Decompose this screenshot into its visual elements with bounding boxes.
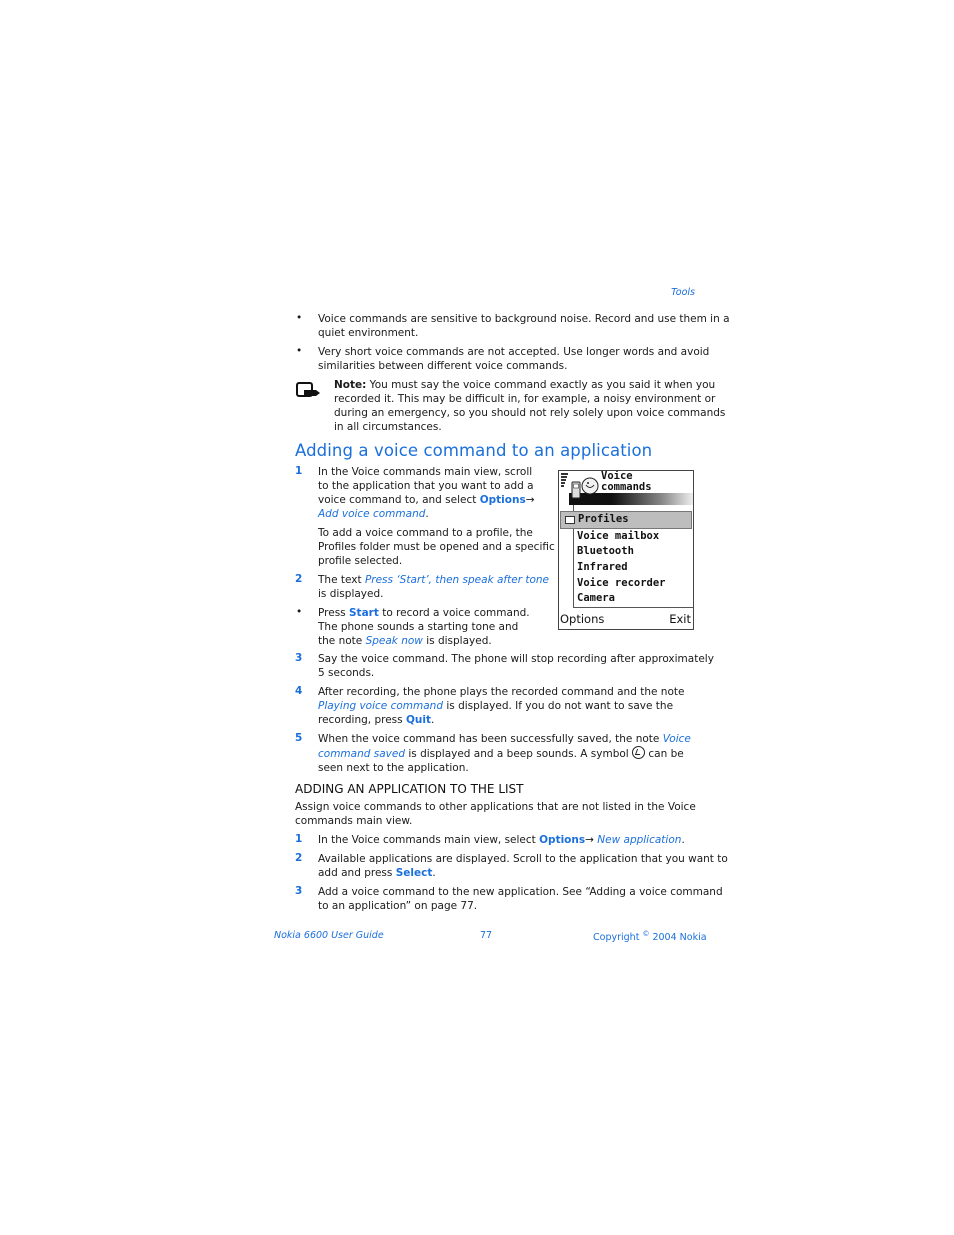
subsection-heading: ADDING AN APPLICATION TO THE LIST [295, 782, 524, 796]
step-number: 3 [295, 652, 303, 664]
section-heading: Adding a voice command to an application [295, 441, 653, 460]
list-item-infrared[interactable]: Infrared [559, 560, 693, 576]
step-number: 2 [295, 573, 303, 585]
step-2: The text Press ‘Start’, then speak after… [318, 574, 550, 600]
app-step-1: In the Voice commands main view, select … [318, 834, 685, 846]
antenna-icon: Y [561, 494, 566, 503]
step-4: After recording, the phone plays the rec… [318, 686, 685, 726]
softkey-divider [573, 607, 693, 608]
phone-title-bar: Y Voice commands [559, 471, 693, 505]
subsection-intro: Assign voice commands to other applicati… [295, 801, 696, 827]
step-number: 1 [295, 833, 303, 845]
list-item-voice-mailbox[interactable]: Voice mailbox [559, 529, 693, 545]
bullet-item: Voice commands are sensitive to backgrou… [318, 313, 730, 339]
step-number: 1 [295, 465, 303, 477]
step-5: When the voice command has been successf… [318, 733, 691, 774]
phone-app-title: Voice commands [601, 470, 652, 493]
footer-guide-title: Nokia 6600 User Guide [274, 930, 384, 941]
list-item-bluetooth[interactable]: Bluetooth [559, 544, 693, 560]
menu-item-ref: Add voice command [318, 508, 426, 520]
bullet-item: Very short voice commands are not accept… [318, 346, 710, 372]
app-step-3: Add a voice command to the new applicati… [318, 886, 723, 912]
note-block: Note: You must say the voice command exa… [334, 379, 726, 433]
step-1: In the Voice commands main view, scroll … [318, 466, 535, 520]
step-number: 4 [295, 685, 303, 697]
step-3: Say the voice command. The phone will st… [318, 653, 714, 679]
bullet-marker: • [296, 312, 303, 324]
app-step-2: Available applications are displayed. Sc… [318, 853, 728, 879]
list-item-profiles[interactable]: Profiles [560, 511, 692, 529]
options-softkey[interactable]: Options [560, 612, 604, 626]
voice-commands-list: Profiles Voice mailbox Bluetooth Infrare… [559, 511, 693, 607]
running-header: Tools [671, 287, 695, 298]
bullet-item: Press Start to record a voice command. T… [318, 607, 530, 647]
step-number: 3 [295, 885, 303, 897]
list-item-voice-recorder[interactable]: Voice recorder [559, 576, 693, 592]
bullet-marker: • [296, 345, 303, 357]
phone-screen: Y Voice commands Profiles Voice mailbox … [558, 470, 694, 630]
folder-icon [565, 516, 575, 524]
step-1-note: To add a voice command to a profile, the… [318, 527, 555, 567]
exit-softkey[interactable]: Exit [669, 612, 691, 626]
step-number: 5 [295, 732, 303, 744]
voice-commands-app-icon [571, 477, 599, 499]
signal-strength-icon [561, 473, 568, 493]
voice-command-icon [632, 746, 646, 759]
document-page: Tools • Voice commands are sensitive to … [0, 0, 954, 1235]
note-label: Note: [334, 379, 367, 391]
note-hand-icon [296, 382, 320, 397]
step-number: 2 [295, 852, 303, 864]
options-menu-ref: Options [479, 494, 526, 506]
list-item-camera[interactable]: Camera [559, 591, 693, 607]
bullet-marker: • [296, 606, 303, 618]
page-number: 77 [480, 930, 493, 941]
footer-copyright: Copyright © 2004 Nokia [593, 930, 707, 944]
